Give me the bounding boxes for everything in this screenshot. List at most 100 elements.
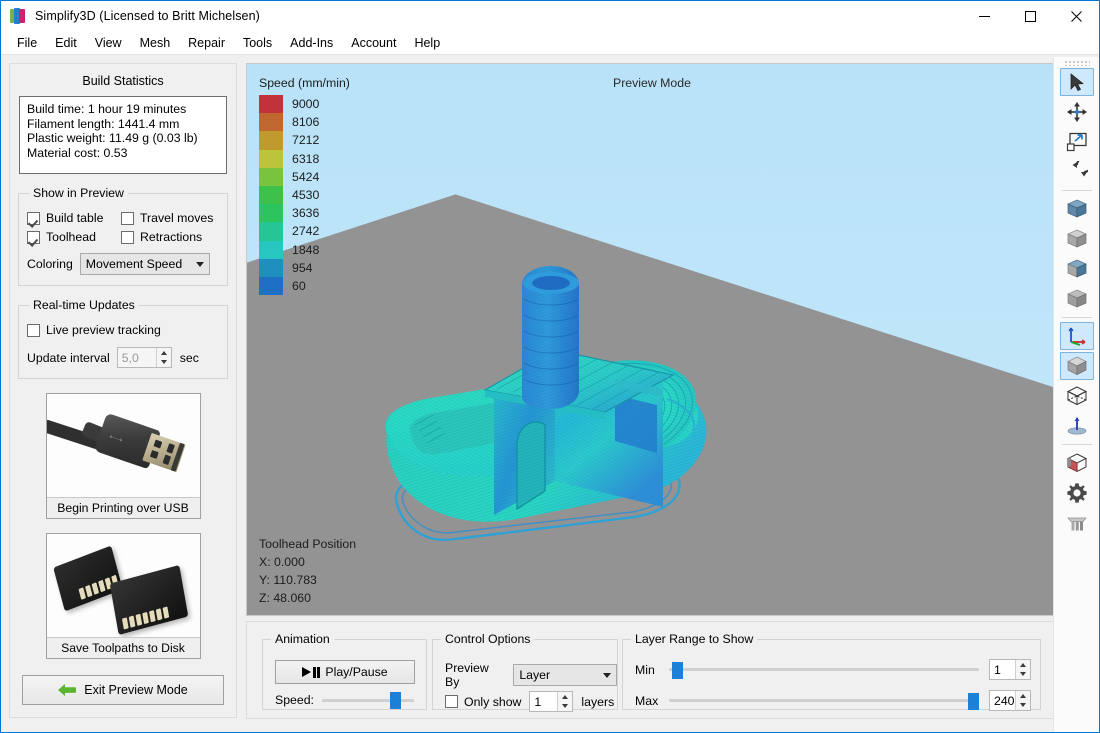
update-interval-stepper[interactable]: 5,0 xyxy=(116,347,172,368)
preview-mode-label: Preview Mode xyxy=(613,76,691,90)
title-bar: Simplify3D (Licensed to Britt Michelsen) xyxy=(1,1,1099,31)
checkbox-retractions[interactable]: Retractions xyxy=(121,230,215,244)
play-pause-icon xyxy=(302,666,321,678)
view-isometric[interactable] xyxy=(1060,195,1094,223)
supports[interactable] xyxy=(1060,509,1094,537)
scale-tool[interactable] xyxy=(1060,128,1094,156)
menu-view[interactable]: View xyxy=(86,33,131,53)
only-show-increment[interactable] xyxy=(558,692,572,702)
show-in-preview-legend: Show in Preview xyxy=(33,186,124,200)
sd-button-caption: Save Toolpaths to Disk xyxy=(46,637,200,658)
settings[interactable] xyxy=(1060,479,1094,507)
update-interval-value[interactable]: 5,0 xyxy=(117,348,156,367)
speed-legend-value: 954 xyxy=(292,260,313,275)
view-front[interactable] xyxy=(1060,225,1094,253)
speed-legend-swatch xyxy=(259,113,283,132)
show-origin[interactable] xyxy=(1060,412,1094,440)
only-show-row: Only show 1 layers xyxy=(445,691,614,712)
animation-legend: Animation xyxy=(275,632,330,646)
menu-help[interactable]: Help xyxy=(405,33,449,53)
only-show-decrement[interactable] xyxy=(558,702,572,712)
layer-range-min-increment[interactable] xyxy=(1016,660,1030,670)
layer-range-min-slider[interactable] xyxy=(669,661,979,679)
show-in-preview-group: Show in Preview Build table Travel moves… xyxy=(18,186,228,286)
speed-legend-swatch xyxy=(259,204,283,223)
checkbox-toolhead-box[interactable] xyxy=(27,230,40,244)
checkbox-build-table-box[interactable] xyxy=(27,211,40,225)
only-show-layers-stepper[interactable]: 1 xyxy=(529,691,574,712)
simplify3d-window: Simplify3D (Licensed to Britt Michelsen)… xyxy=(0,0,1100,733)
checkbox-only-show[interactable]: Only show xyxy=(445,695,521,709)
show-axes[interactable] xyxy=(1059,322,1094,350)
menu-account[interactable]: Account xyxy=(342,33,405,53)
layer-range-max-value[interactable]: 240 xyxy=(990,691,1015,710)
coloring-value: Movement Speed xyxy=(85,257,183,271)
layer-range-max-slider[interactable] xyxy=(669,692,979,710)
window-title: Simplify3D (Licensed to Britt Michelsen) xyxy=(35,9,260,23)
speed-legend-swatch xyxy=(259,258,283,277)
checkbox-travel-moves-box[interactable] xyxy=(121,211,134,225)
checkbox-live-preview-box[interactable] xyxy=(27,323,40,337)
update-interval-increment[interactable] xyxy=(157,348,171,358)
origin-arrow-icon xyxy=(1067,417,1086,435)
menu-mesh[interactable]: Mesh xyxy=(131,33,180,53)
layer-range-max-row: Max 240 xyxy=(635,690,1031,711)
checkbox-only-show-box[interactable] xyxy=(445,695,458,708)
view-side[interactable] xyxy=(1060,255,1094,283)
menu-tools[interactable]: Tools xyxy=(234,33,281,53)
solid-shading[interactable] xyxy=(1059,352,1094,380)
toolbar-drag-handle[interactable] xyxy=(1063,60,1090,66)
checkbox-travel-moves-label: Travel moves xyxy=(140,211,214,225)
maximize-icon[interactable] xyxy=(1007,1,1053,31)
layer-range-legend: Layer Range to Show xyxy=(635,632,754,646)
select-tool[interactable] xyxy=(1059,68,1094,96)
3dbenchy-boat-toolpath[interactable] xyxy=(367,219,767,599)
layer-range-max-thumb[interactable] xyxy=(968,692,979,710)
exit-preview-mode-button[interactable]: Exit Preview Mode xyxy=(22,675,224,705)
rotate-tool[interactable] xyxy=(1060,158,1094,186)
layer-range-min-stepper[interactable]: 1 xyxy=(989,659,1031,680)
checkbox-build-table[interactable]: Build table xyxy=(27,211,121,225)
solid-cube-icon xyxy=(1066,356,1087,376)
only-show-layers-value[interactable]: 1 xyxy=(530,692,558,711)
toolbar-separator-3 xyxy=(1061,444,1092,445)
speed-legend-row: 7212 xyxy=(259,131,350,150)
move-tool[interactable] xyxy=(1060,98,1094,126)
checkbox-live-preview-tracking[interactable]: Live preview tracking xyxy=(27,323,161,337)
menu-edit[interactable]: Edit xyxy=(46,33,86,53)
menu-repair[interactable]: Repair xyxy=(179,33,234,53)
save-toolpaths-to-disk-button[interactable]: Save Toolpaths to Disk xyxy=(45,533,201,659)
update-interval-decrement[interactable] xyxy=(157,358,171,368)
play-pause-button[interactable]: Play/Pause xyxy=(275,660,415,684)
view-top[interactable] xyxy=(1060,285,1094,313)
layer-range-min-decrement[interactable] xyxy=(1016,670,1030,680)
control-options-group: Control Options Preview By Layer Only sh… xyxy=(432,632,618,712)
wireframe-shading[interactable] xyxy=(1060,382,1094,410)
checkbox-toolhead[interactable]: Toolhead xyxy=(27,230,121,244)
build-time-line: Build time: 1 hour 19 minutes xyxy=(27,102,187,116)
checkbox-retractions-box[interactable] xyxy=(121,230,134,244)
preview-by-dropdown[interactable]: Layer xyxy=(513,664,617,686)
begin-printing-over-usb-button[interactable]: ⇠⇢ Begin Printing over USB xyxy=(45,393,201,519)
checkbox-travel-moves[interactable]: Travel moves xyxy=(121,211,215,225)
coloring-dropdown[interactable]: Movement Speed xyxy=(79,253,210,275)
layer-range-min-value[interactable]: 1 xyxy=(990,660,1015,679)
layer-range-max-stepper[interactable]: 240 xyxy=(989,690,1031,711)
minimize-icon[interactable] xyxy=(961,1,1007,31)
3d-viewport[interactable]: Preview Mode Speed (mm/min) 9000 8106 72… xyxy=(246,63,1054,616)
animation-speed-slider[interactable] xyxy=(321,692,414,709)
usb-button-caption: Begin Printing over USB xyxy=(46,497,200,518)
chevron-down-icon xyxy=(598,665,616,685)
layer-range-min-thumb[interactable] xyxy=(671,661,683,679)
menu-file[interactable]: File xyxy=(8,33,46,53)
layer-range-max-decrement[interactable] xyxy=(1016,701,1030,711)
cross-section[interactable] xyxy=(1060,449,1094,477)
preview-controls-panel: Animation Play/Pause Speed: Control Opti… xyxy=(246,621,1054,719)
move-arrows-icon xyxy=(1066,102,1087,122)
speed-legend-swatch xyxy=(259,240,283,259)
speed-legend-swatch xyxy=(259,95,283,114)
menu-add-ins[interactable]: Add-Ins xyxy=(281,33,342,53)
close-icon[interactable] xyxy=(1053,1,1099,31)
animation-speed-thumb[interactable] xyxy=(390,692,402,709)
layer-range-max-increment[interactable] xyxy=(1016,691,1030,701)
